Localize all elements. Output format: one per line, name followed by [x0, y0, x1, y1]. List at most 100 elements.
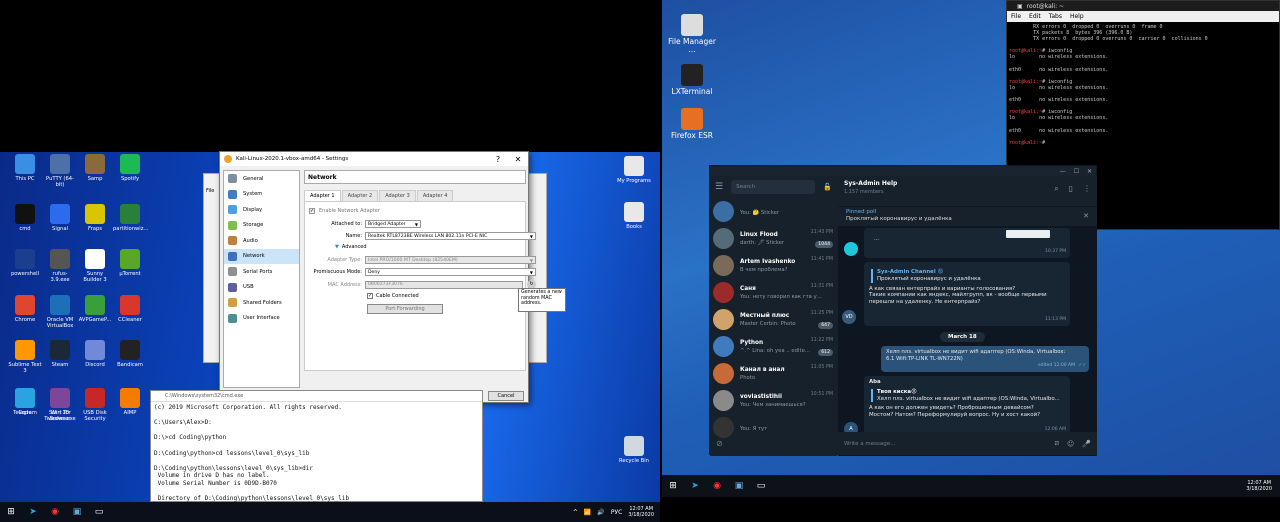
- tab-adapter-4[interactable]: Adapter 4: [416, 190, 454, 201]
- desktop-icon-ccleaner[interactable]: CCleaner: [113, 295, 147, 323]
- desktop-icon-avpgamep[interactable]: AVPGameP...: [78, 295, 112, 323]
- desktop-icon-start-tor-browser[interactable]: Start Tor Browser: [43, 388, 77, 422]
- desktop-icon-aimp[interactable]: AIMP: [113, 388, 147, 416]
- kali-icon-lxterminal[interactable]: LXTerminal: [664, 64, 720, 96]
- more-icon[interactable]: ⋮: [1083, 184, 1091, 194]
- desktop-icon-putty-64-bit[interactable]: PuTTY (64-bit): [43, 154, 77, 188]
- close-icon[interactable]: ✕: [508, 155, 528, 164]
- attached-select[interactable]: Bridged Adapter ▼: [365, 220, 421, 228]
- adapter-type-select[interactable]: Intel PRO/1000 MT Desktop (82540EM) ▼: [365, 256, 536, 264]
- outgoing-message[interactable]: Хелп плз. virtualbox не видит wifi адапт…: [881, 346, 1089, 372]
- minimize-icon[interactable]: —: [1060, 168, 1066, 175]
- expand-arrow-icon[interactable]: ▼: [335, 244, 339, 250]
- telegram-taskbar-icon[interactable]: ➤: [684, 477, 706, 495]
- chat-list-item[interactable]: You: Я тут: [710, 414, 837, 441]
- desktop-icon-sunny-builder-3[interactable]: Sunny Builder 3: [78, 249, 112, 283]
- desktop-icon-sublime-text-3[interactable]: Sublime Text 3: [8, 340, 42, 374]
- maximize-icon[interactable]: ☐: [1074, 168, 1079, 175]
- commands-icon[interactable]: ⧄: [1055, 439, 1059, 448]
- menu-icon[interactable]: ☰: [715, 182, 723, 192]
- desktop-icon-spotify[interactable]: Spotify: [113, 154, 147, 182]
- windows-start-icon[interactable]: ⊞: [0, 503, 22, 521]
- chat-list-item[interactable]: You: 🤔 Sticker: [710, 198, 837, 225]
- tab-adapter-3[interactable]: Adapter 3: [379, 190, 416, 201]
- message-input[interactable]: Write a message...: [844, 441, 1047, 447]
- promisc-select[interactable]: Deny ▼: [365, 268, 536, 276]
- desktop-icon-powershell[interactable]: powershell: [8, 249, 42, 277]
- avatar[interactable]: [844, 242, 858, 256]
- sidebar-item-shared-folders[interactable]: Shared Folders: [224, 295, 299, 311]
- help-button[interactable]: ?: [488, 155, 508, 164]
- lock-icon[interactable]: 🔓: [823, 183, 832, 191]
- cmd-taskbar-icon[interactable]: ▭: [88, 503, 110, 521]
- desktop-icon-usb-disk-security[interactable]: USB Disk Security: [78, 388, 112, 422]
- terminal-output[interactable]: RX errors 0 dropped 0 overruns 0 frame 0…: [1007, 22, 1279, 148]
- kali-icon-file-manager[interactable]: File Manager ...: [664, 14, 720, 54]
- sidebar-item-display[interactable]: Display: [224, 202, 299, 218]
- close-pinned-icon[interactable]: ✕: [1083, 212, 1089, 220]
- chat-list-item[interactable]: Канал в анал Photo 11:05 PM: [710, 360, 837, 387]
- message-bubble[interactable]: ... 10:37 PM: [864, 228, 1070, 258]
- media-taskbar-icon[interactable]: ◉: [44, 503, 66, 521]
- windows-start-icon[interactable]: ⊞: [662, 477, 684, 495]
- telegram-taskbar-icon[interactable]: ➤: [22, 503, 44, 521]
- desktop-icon-signal[interactable]: Signal: [43, 204, 77, 232]
- clock[interactable]: 12:07 AM 3/18/2020: [628, 506, 654, 518]
- tab-adapter-1[interactable]: Adapter 1: [304, 190, 341, 201]
- forwarded-message[interactable]: Sys-Admin Channel 😡 Проклятый коронавиру…: [864, 262, 1070, 326]
- pinned-bar[interactable]: Pinned poll Проклятый коронавирус и удал…: [838, 206, 1097, 226]
- sidebar-item-serial-ports[interactable]: Serial Ports: [224, 264, 299, 280]
- desktop-icon-torrent[interactable]: µTorrent: [113, 249, 147, 277]
- chat-list-item[interactable]: Python ^.^ Lina: oh yea .. edite... 11:22 …: [710, 333, 837, 360]
- search-input[interactable]: Search: [731, 180, 816, 194]
- sidebar-item-user-interface[interactable]: User Interface: [224, 311, 299, 327]
- enable-adapter-checkbox[interactable]: ✓: [309, 208, 315, 214]
- sidebar-item-audio[interactable]: Audio: [224, 233, 299, 249]
- media-taskbar-icon[interactable]: ◉: [706, 477, 728, 495]
- desktop-icon-books[interactable]: Books: [617, 202, 651, 230]
- sidebar-item-general[interactable]: General: [224, 171, 299, 187]
- desktop-icon-chrome[interactable]: Chrome: [8, 295, 42, 323]
- menu-item-help[interactable]: Help: [1070, 13, 1084, 20]
- tray-chevron-icon[interactable]: ^: [573, 509, 578, 516]
- sidebar-item-system[interactable]: System: [224, 187, 299, 203]
- chat-list-item[interactable]: Linux Flood darth: 🖊 Sticker 11:43 PM 1044: [710, 225, 837, 252]
- virtualbox-taskbar-icon[interactable]: ▣: [66, 503, 88, 521]
- desktop-icon-oracle-vm-virtualbox[interactable]: Oracle VM VirtualBox: [43, 295, 77, 329]
- kali-clock[interactable]: 12:07 AM 3/18/2020: [1246, 480, 1280, 492]
- desktop-icon-discord[interactable]: Discord: [78, 340, 112, 368]
- emoji-icon[interactable]: ☺: [1067, 440, 1074, 448]
- cancel-button[interactable]: Cancel: [488, 391, 524, 401]
- close-icon[interactable]: ✕: [1087, 168, 1092, 175]
- menu-item-edit[interactable]: Edit: [1029, 13, 1041, 20]
- advanced-toggle[interactable]: Advanced: [342, 244, 367, 250]
- menu-item-tabs[interactable]: Tabs: [1049, 13, 1062, 20]
- attach-icon[interactable]: ⊘: [716, 439, 723, 448]
- chat-list-item[interactable]: vovlastistihii You: Чем занимаешься? 10:51…: [710, 387, 837, 414]
- kali-icon-firefox-esr[interactable]: Firefox ESR: [664, 108, 720, 140]
- name-select[interactable]: Realtek RTL8723BE Wireless LAN 802.11n P…: [365, 232, 536, 240]
- desktop-icon-partitionwiz[interactable]: partitionwiz...: [113, 204, 148, 232]
- sidebar-item-network[interactable]: Network: [224, 248, 299, 264]
- microphone-icon[interactable]: 🎤: [1082, 440, 1091, 448]
- terminal-taskbar-icon[interactable]: ▭: [750, 477, 772, 495]
- chat-list-item[interactable]: Саня You: нету говорил как гта у... 11:31 …: [710, 279, 837, 306]
- tab-adapter-2[interactable]: Adapter 2: [341, 190, 379, 201]
- desktop-icon-steam[interactable]: Steam: [43, 340, 77, 368]
- incoming-message[interactable]: Aba Твоя киска😡 Хелп плз. virtualbox не …: [864, 376, 1070, 436]
- sidebar-item-usb[interactable]: USB: [224, 280, 299, 296]
- chat-list-item[interactable]: Artem Ivashenko В чем проблема? 11:41 PM: [710, 252, 837, 279]
- port-forwarding-button[interactable]: Port Forwarding: [367, 304, 443, 314]
- search-icon[interactable]: ⌕: [1054, 184, 1058, 194]
- menu-item-file[interactable]: File: [1011, 13, 1021, 20]
- sidebar-toggle-icon[interactable]: ▯: [1069, 184, 1073, 194]
- avatar[interactable]: VD: [842, 310, 856, 324]
- desktop-icon-fraps[interactable]: Fraps: [78, 204, 112, 232]
- desktop-icon-this-pc[interactable]: This PC: [8, 154, 42, 182]
- sidebar-item-storage[interactable]: Storage: [224, 218, 299, 234]
- cable-checkbox[interactable]: ✓: [367, 293, 373, 299]
- desktop-icon-cmd[interactable]: cmd: [8, 204, 42, 232]
- desktop-icon-bandicam[interactable]: Bandicam: [113, 340, 147, 368]
- mac-input[interactable]: 0800273F3076: [365, 280, 523, 289]
- volume-icon[interactable]: 🔊: [597, 509, 604, 516]
